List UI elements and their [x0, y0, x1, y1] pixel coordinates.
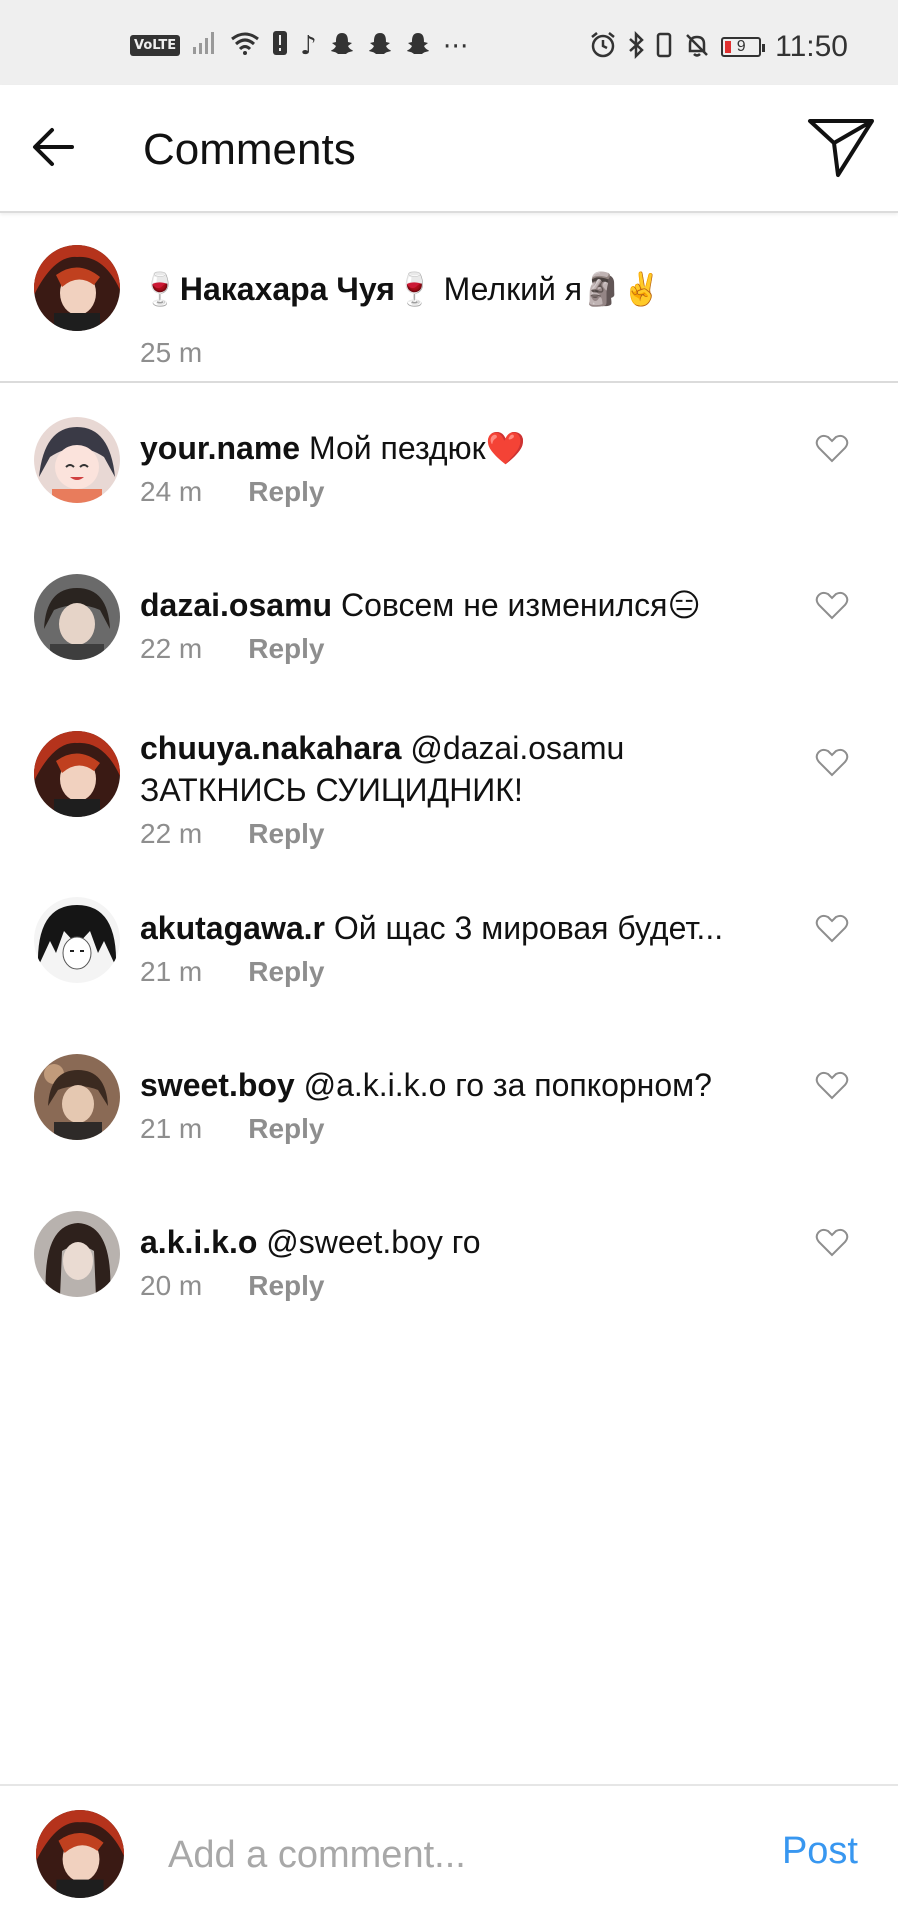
timestamp: 21 m	[140, 1113, 203, 1144]
reply-button[interactable]: Reply	[248, 1270, 324, 1301]
alert-icon	[272, 30, 288, 61]
like-heart-icon[interactable]	[815, 913, 849, 943]
avatar[interactable]	[34, 1211, 120, 1297]
comment-body: Совсем не изменился😑	[332, 587, 701, 623]
wifi-icon	[230, 31, 260, 60]
alarm-icon	[589, 31, 617, 64]
comment-body: @sweet.boy го	[257, 1224, 481, 1260]
mute-icon	[683, 31, 711, 64]
snapchat-icon	[367, 31, 393, 60]
timestamp: 25 m	[140, 337, 203, 368]
current-user-avatar	[36, 1810, 124, 1898]
comment-username[interactable]: your.name	[140, 430, 300, 466]
caption-text: 🍷Накахара Чуя🍷 Мелкий я🗿✌️	[140, 211, 662, 309]
vibrate-icon	[655, 31, 673, 64]
snapchat-icon	[329, 31, 355, 60]
avatar[interactable]	[34, 245, 120, 331]
status-right: 9 11:50	[589, 30, 848, 64]
paper-plane-icon	[808, 119, 874, 177]
caption-body: Мелкий я🗿✌️	[434, 271, 662, 307]
timestamp: 22 m	[140, 633, 203, 664]
comment-item: dazai.osamu Совсем не изменился😑 22 m Rep…	[0, 557, 898, 707]
comment-text: dazai.osamu Совсем не изменился😑	[140, 585, 701, 625]
header: Comments	[0, 85, 898, 213]
avatar[interactable]	[34, 1054, 120, 1140]
comment-username[interactable]: dazai.osamu	[140, 587, 332, 623]
comment-text: sweet.boy @a.k.i.k.o го за попкорном?	[140, 1065, 712, 1105]
like-heart-icon[interactable]	[815, 590, 849, 620]
comment-text: your.name Мой пездюк❤️	[140, 428, 525, 468]
comment-username[interactable]: akutagawa.r	[140, 910, 325, 946]
reply-button[interactable]: Reply	[248, 476, 324, 507]
comment-meta: 24 m Reply	[140, 476, 325, 508]
comment-meta: 21 m Reply	[140, 1113, 325, 1145]
music-icon: ♪	[300, 30, 317, 61]
comment-text: chuuya.nakahara @dazai.osamu	[140, 728, 624, 768]
reply-button[interactable]: Reply	[248, 956, 324, 987]
comment-username[interactable]: sweet.boy	[140, 1067, 295, 1103]
status-bar: VoLTE ♪ ⋯ 9 11:50	[0, 0, 898, 85]
like-heart-icon[interactable]	[815, 1227, 849, 1257]
timestamp: 20 m	[140, 1270, 203, 1301]
comment-body-line2: ЗАТКНИСЬ СУИЦИДНИК!	[140, 772, 523, 808]
comment-meta: 20 m Reply	[140, 1270, 325, 1302]
comment-item: your.name Мой пездюк❤️ 24 m Reply	[0, 400, 898, 550]
post-button[interactable]: Post	[782, 1830, 858, 1873]
bluetooth-icon	[627, 30, 645, 64]
reply-button[interactable]: Reply	[248, 1113, 324, 1144]
comment-meta: 21 m Reply	[140, 956, 325, 988]
comment-input[interactable]	[166, 1824, 730, 1886]
more-icon: ⋯	[442, 30, 469, 61]
battery-icon: 9	[721, 37, 766, 57]
caption-username[interactable]: 🍷Накахара Чуя🍷	[140, 271, 435, 307]
post-caption: 🍷Накахара Чуя🍷 Мелкий я🗿✌️ 25 m	[0, 211, 898, 383]
direct-send-button[interactable]	[806, 115, 876, 179]
signal-icon	[192, 31, 218, 60]
avatar[interactable]	[34, 574, 120, 660]
like-heart-icon[interactable]	[815, 433, 849, 463]
caption-meta: 25 m	[140, 337, 202, 369]
comment-body: Ой щас 3 мировая будет...	[324, 910, 724, 946]
comment-composer: Post	[0, 1784, 898, 1922]
avatar[interactable]	[34, 731, 120, 817]
timestamp: 22 m	[140, 818, 203, 849]
comment-body: Мой пездюк❤️	[300, 430, 526, 466]
comment-username[interactable]: a.k.i.k.o	[140, 1224, 257, 1260]
volte-badge: VoLTE	[130, 35, 181, 56]
comment-username[interactable]: chuuya.nakahara	[140, 730, 401, 766]
back-arrow-icon	[33, 128, 74, 166]
comment-meta: 22 m Reply	[140, 818, 325, 850]
comment-body: @a.k.i.k.o го за попкорном?	[294, 1067, 712, 1103]
reply-button[interactable]: Reply	[248, 818, 324, 849]
comment-item: a.k.i.k.o @sweet.boy го 20 m Reply	[0, 1194, 898, 1344]
snapchat-icon	[405, 31, 431, 60]
avatar[interactable]	[34, 897, 120, 983]
back-button[interactable]	[28, 121, 80, 173]
comment-meta: 22 m Reply	[140, 633, 325, 665]
comment-body: @dazai.osamu	[401, 730, 625, 766]
status-left: VoLTE ♪ ⋯	[130, 30, 469, 61]
status-time: 11:50	[775, 30, 848, 63]
like-heart-icon[interactable]	[815, 747, 849, 777]
comment-item: sweet.boy @a.k.i.k.o го за попкорном? 21…	[0, 1037, 898, 1187]
avatar[interactable]	[34, 417, 120, 503]
like-heart-icon[interactable]	[815, 1070, 849, 1100]
comment-text: a.k.i.k.o @sweet.boy го	[140, 1222, 481, 1262]
reply-button[interactable]: Reply	[248, 633, 324, 664]
timestamp: 24 m	[140, 476, 203, 507]
comment-item: akutagawa.r Ой щас 3 мировая будет... 21…	[0, 880, 898, 1030]
comment-item: chuuya.nakahara @dazai.osamu ЗАТКНИСЬ СУ…	[0, 714, 898, 900]
battery-level: 9	[736, 38, 746, 55]
comment-text: akutagawa.r Ой щас 3 мировая будет...	[140, 908, 723, 948]
page-title: Comments	[143, 125, 356, 174]
timestamp: 21 m	[140, 956, 203, 987]
